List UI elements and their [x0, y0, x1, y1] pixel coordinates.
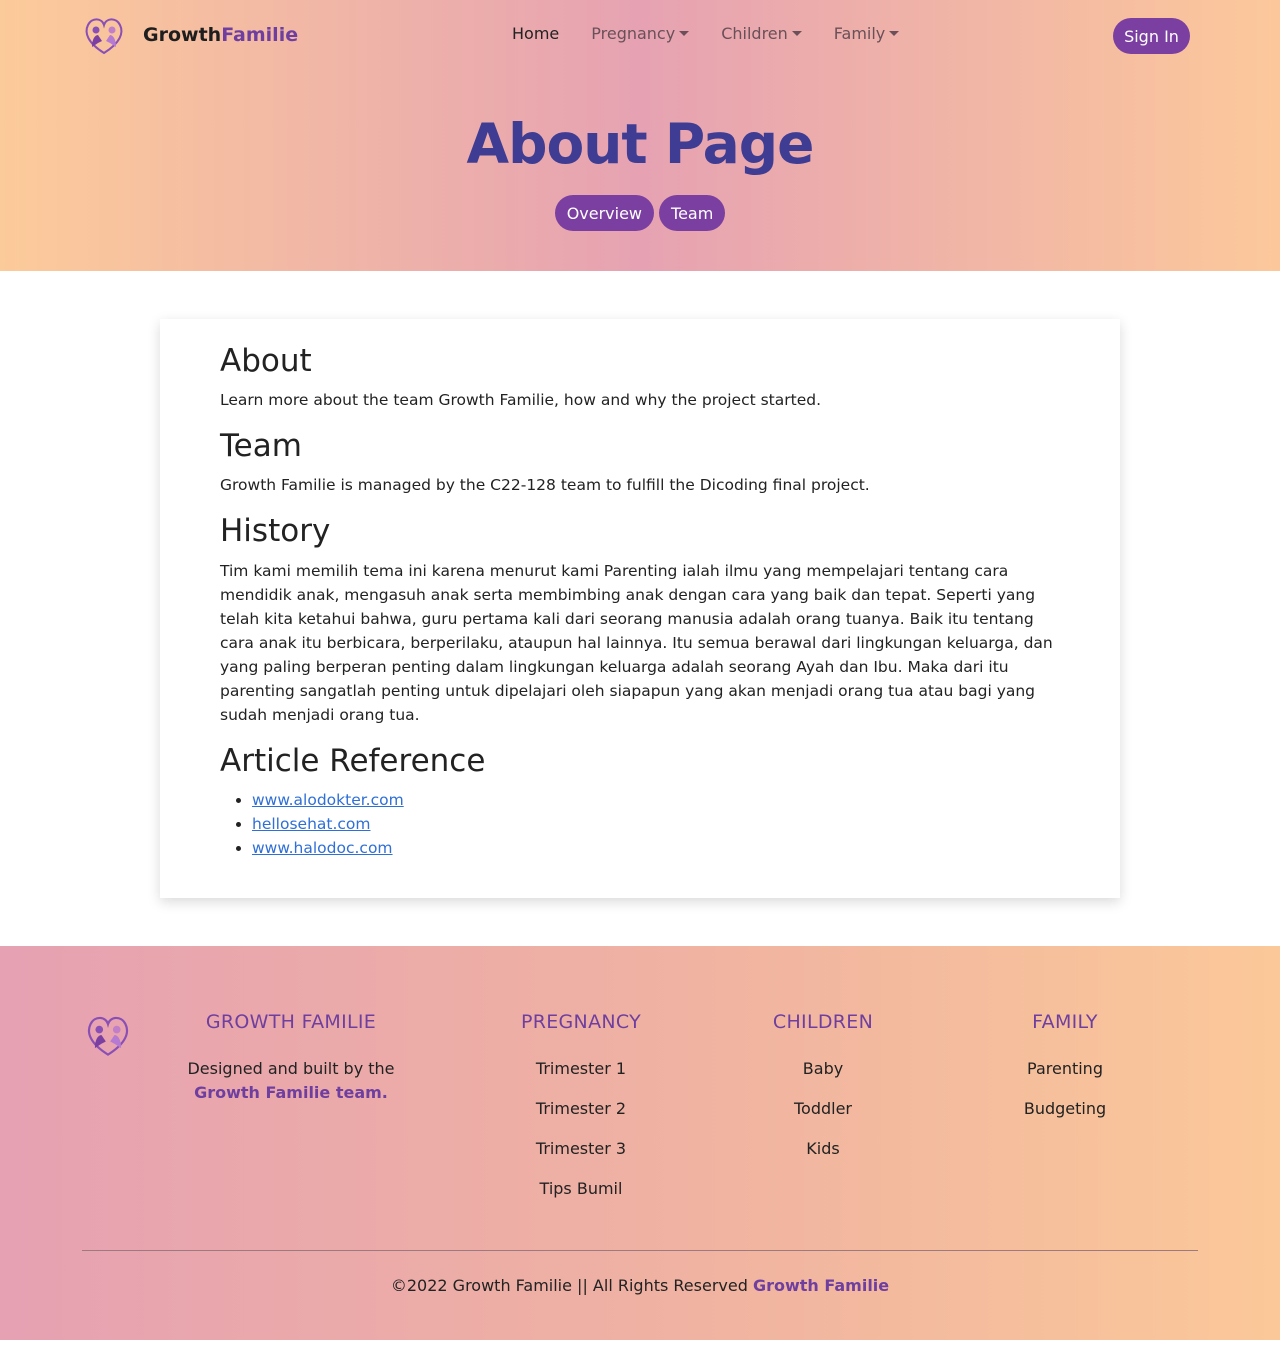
- footer-desc-text: Designed and built by the: [187, 1058, 395, 1078]
- reference-heading: Article Reference: [220, 742, 486, 779]
- brand-link[interactable]: GrowthFamilie: [82, 13, 298, 57]
- brand-name: GrowthFamilie: [143, 24, 299, 46]
- nav-home[interactable]: Home: [512, 24, 559, 43]
- footer-heading-growth: GROWTH FAMILIE: [205, 1010, 377, 1033]
- about-card: About Learn more about the team Growth F…: [160, 319, 1120, 898]
- footer-divider: [82, 1249, 1198, 1251]
- footer-link-trimester-3[interactable]: Trimester 3: [491, 1137, 671, 1161]
- footer-link-trimester-1[interactable]: Trimester 1: [491, 1057, 671, 1081]
- reference-link-halodoc[interactable]: www.halodoc.com: [252, 839, 393, 857]
- footer-heading-pregnancy: PREGNANCY: [520, 1010, 642, 1033]
- reference-list: www.alodokter.com hellosehat.com www.hal…: [220, 788, 1060, 860]
- team-text: Growth Familie is managed by the C22-128…: [220, 476, 870, 495]
- footer-link-toddler[interactable]: Toddler: [743, 1097, 903, 1121]
- copyright-text: ©2022 Growth Familie || All Rights Reser…: [390, 1275, 748, 1295]
- caret-down-icon: [889, 31, 900, 36]
- about-heading: About: [220, 343, 312, 379]
- footer-heading-family: FAMILY: [1032, 1010, 1098, 1033]
- family-heart-icon: [87, 1016, 129, 1056]
- nav-children-dropdown[interactable]: Children: [721, 24, 802, 43]
- copyright-brand: Growth Familie: [752, 1275, 890, 1295]
- navbar: GrowthFamilie Home Pregnancy Children Fa…: [0, 0, 1280, 72]
- reference-link-alodokter[interactable]: www.alodokter.com: [252, 791, 404, 809]
- footer-link-baby[interactable]: Baby: [743, 1057, 903, 1081]
- footer-link-parenting[interactable]: Parenting: [990, 1057, 1140, 1081]
- caret-down-icon: [679, 31, 690, 36]
- footer-col-family: FAMILY Parenting Budgeting: [990, 1011, 1140, 1137]
- about-text: Learn more about the team Growth Familie…: [220, 391, 821, 410]
- hero-tabs: Overview Team: [0, 195, 1280, 231]
- nav-pregnancy-label: Pregnancy: [591, 24, 676, 43]
- sign-in-button[interactable]: Sign In: [1113, 18, 1190, 54]
- page-title: About Page: [466, 112, 815, 176]
- hero-header: GrowthFamilie Home Pregnancy Children Fa…: [0, 0, 1280, 271]
- tab-overview[interactable]: Overview: [554, 195, 655, 231]
- list-item: hellosehat.com: [252, 812, 1060, 836]
- reference-link-hellosehat[interactable]: hellosehat.com: [252, 815, 371, 833]
- footer-col-pregnancy: PREGNANCY Trimester 1 Trimester 2 Trimes…: [491, 1011, 671, 1217]
- nav-family-label: Family: [833, 24, 886, 43]
- list-item: www.halodoc.com: [252, 836, 1060, 860]
- copyright: ©2022 Growth Familie || All Rights Reser…: [0, 1276, 1280, 1295]
- footer-link-trimester-2[interactable]: Trimester 2: [491, 1097, 671, 1121]
- list-item: www.alodokter.com: [252, 788, 1060, 812]
- footer-description: Designed and built by the Growth Familie…: [171, 1057, 411, 1105]
- nav-links: Home Pregnancy Children Family: [512, 24, 931, 43]
- footer-link-kids[interactable]: Kids: [743, 1137, 903, 1161]
- footer-heading-children: CHILDREN: [772, 1010, 874, 1033]
- team-heading: Team: [220, 428, 302, 465]
- main-content: About Learn more about the team Growth F…: [0, 271, 1280, 946]
- footer-col-children: CHILDREN Baby Toddler Kids: [743, 1011, 903, 1177]
- history-text: Tim kami memilih tema ini karena menurut…: [220, 561, 1053, 724]
- nav-pregnancy-dropdown[interactable]: Pregnancy: [591, 24, 690, 43]
- footer-desc-team: Growth Familie team.: [194, 1082, 388, 1102]
- nav-children-label: Children: [721, 24, 788, 43]
- tab-team[interactable]: Team: [659, 195, 726, 231]
- footer: GROWTH FAMILIE Designed and built by the…: [0, 945, 1280, 1340]
- history-heading: History: [220, 513, 331, 550]
- footer-link-budgeting[interactable]: Budgeting: [990, 1097, 1140, 1121]
- footer-col-growth: GROWTH FAMILIE Designed and built by the…: [171, 1011, 411, 1105]
- family-heart-icon: [85, 18, 123, 55]
- nav-family-dropdown[interactable]: Family: [833, 24, 900, 43]
- footer-link-tips-bumil[interactable]: Tips Bumil: [491, 1177, 671, 1201]
- caret-down-icon: [791, 31, 802, 36]
